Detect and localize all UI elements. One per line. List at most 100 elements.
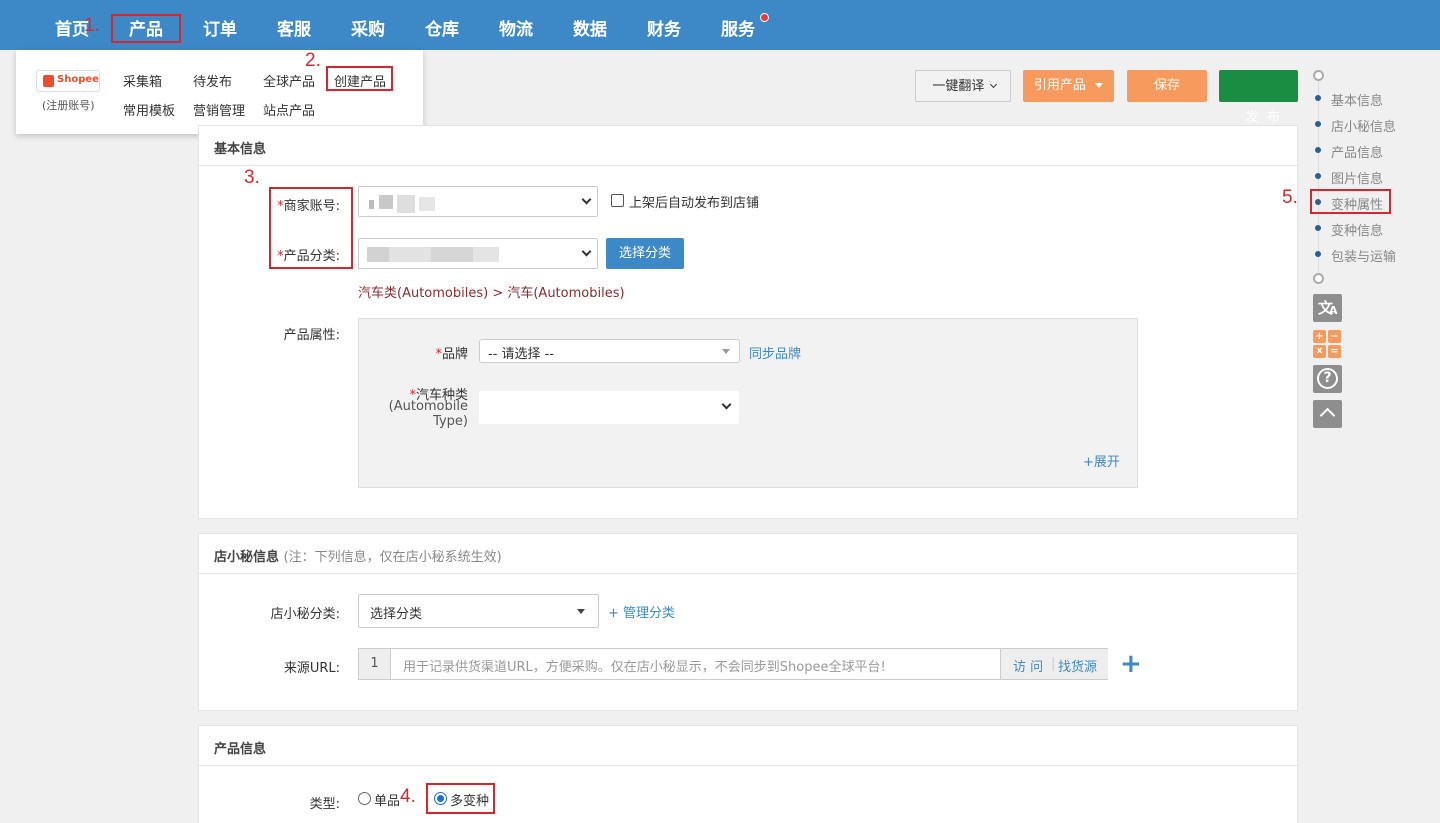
auto-publish-checkbox[interactable] [611, 194, 624, 207]
side-nav-dot [1315, 95, 1321, 101]
save-button[interactable]: 保存 [1127, 70, 1207, 102]
caret-down-icon [722, 349, 730, 354]
side-nav-variant-info[interactable]: 变种信息 [1331, 220, 1383, 239]
multi-variant-radio[interactable] [434, 792, 447, 805]
redacted-text [397, 195, 415, 213]
dxm-category-value: 选择分类 [370, 607, 423, 622]
shopee-logo[interactable]: Shopee [36, 70, 100, 92]
sync-brand-link[interactable]: 同步品牌 [749, 343, 801, 362]
menu-common-templates[interactable]: 常用模板 [123, 100, 175, 119]
side-nav-dot [1315, 147, 1321, 153]
basic-info-header: 基本信息 [199, 126, 1297, 166]
nav-warehouse[interactable]: 仓库 [425, 0, 459, 50]
side-nav-start-icon [1313, 70, 1324, 81]
translate-tool-button[interactable]: 文 A [1313, 294, 1342, 322]
source-url-label: 来源URL: [283, 661, 340, 676]
redacted-text [419, 197, 435, 211]
menu-marketing[interactable]: 营销管理 [193, 100, 245, 119]
top-navbar: 首页 产品 订单 客服 采购 仓库 物流 数据 财务 服务 [0, 0, 1440, 50]
product-info-panel: 产品信息 [198, 725, 1298, 823]
brand-select[interactable]: -- 请选择 -- [479, 339, 740, 363]
annotation-box-variant-attrs [1310, 189, 1391, 214]
manage-category-link[interactable]: + 管理分类 [608, 602, 675, 621]
radio-selected-dot [437, 795, 444, 802]
annotation-box-product [111, 14, 181, 43]
nav-service[interactable]: 客服 [277, 0, 311, 50]
auto-publish-label: 上架后自动发布到店铺 [629, 196, 760, 211]
merchant-account-select[interactable] [358, 186, 598, 217]
translate-button[interactable]: 一键翻译 [915, 70, 1011, 102]
dxm-info-note: (注：下列信息，仅在店小秘系统生效) [283, 550, 502, 565]
type-label: 类型: [309, 797, 340, 812]
publish-button[interactable]: 发 布 [1219, 70, 1298, 152]
chevron-down-icon [989, 80, 997, 89]
menu-global-products[interactable]: 全球产品 [263, 71, 315, 90]
nav-purchase[interactable]: 采购 [351, 0, 385, 50]
product-attributes-label: 产品属性: [283, 328, 340, 343]
multi-variant-label: 多变种 [450, 794, 490, 809]
product-category-label: *产品分类: [277, 249, 340, 264]
caret-down-icon [577, 609, 585, 614]
side-nav-dot [1315, 121, 1321, 127]
shopee-bag-icon [43, 75, 54, 87]
question-icon: ? [1317, 368, 1338, 389]
chevron-down-icon [721, 399, 732, 410]
annotation-number-2: 2. [305, 50, 321, 71]
side-nav-basic-info[interactable]: 基本信息 [1331, 90, 1383, 109]
side-nav-image-info[interactable]: 图片信息 [1331, 168, 1383, 187]
dxm-category-label: 店小秘分类: [270, 607, 340, 622]
dxm-info-header: 店小秘信息 (注：下列信息，仅在店小秘系统生效) [199, 534, 1297, 574]
choose-category-button[interactable]: 选择分类 [606, 238, 684, 269]
source-url-input[interactable]: 用于记录供货渠道URL，方便采购。仅在店小秘显示，不会同步到Shopee全球平台… [403, 656, 886, 675]
dxm-info-title: 店小秘信息 (注：下列信息，仅在店小秘系统生效) [214, 550, 502, 565]
annotation-number-3: 3. [244, 167, 260, 188]
help-button[interactable]: ? [1313, 365, 1342, 393]
side-nav-packaging[interactable]: 包装与运输 [1331, 246, 1396, 265]
nav-data[interactable]: 数据 [573, 0, 607, 50]
menu-pending-publish[interactable]: 待发布 [193, 71, 232, 90]
nav-services[interactable]: 服务 [721, 0, 755, 50]
add-url-button[interactable]: + [1120, 649, 1142, 679]
brand-placeholder: -- 请选择 -- [488, 347, 555, 362]
side-nav-dxm-info[interactable]: 店小秘信息 [1331, 116, 1396, 135]
dxm-category-select[interactable]: 选择分类 [358, 594, 599, 628]
register-account-link[interactable]: (注册账号) [42, 97, 95, 113]
back-to-top-button[interactable] [1313, 400, 1342, 428]
product-info-title: 产品信息 [214, 742, 267, 757]
nav-finance[interactable]: 财务 [647, 0, 681, 50]
menu-site-products[interactable]: 站点产品 [263, 100, 315, 119]
side-nav-dot [1315, 251, 1321, 257]
cite-product-button[interactable]: 引用产品 [1023, 70, 1114, 102]
car-type-select[interactable] [479, 391, 739, 424]
expand-link[interactable]: +展开 [1083, 451, 1120, 470]
annotation-number-4: 4. [400, 786, 416, 807]
annotation-number-5: 5. [1282, 187, 1298, 208]
product-info-header: 产品信息 [199, 726, 1297, 766]
chevron-down-icon [581, 194, 592, 205]
single-label: 单品 [374, 794, 401, 809]
side-nav-dot [1315, 225, 1321, 231]
redacted-text [379, 195, 393, 209]
nav-orders[interactable]: 订单 [203, 0, 237, 50]
annotation-box-create [326, 66, 393, 91]
calculator-icon[interactable]: + − x = [1313, 330, 1342, 358]
basic-info-title: 基本信息 [214, 142, 267, 157]
side-nav-product-info[interactable]: 产品信息 [1331, 142, 1383, 161]
nav-logistics[interactable]: 物流 [499, 0, 533, 50]
menu-collection-box[interactable]: 采集箱 [123, 71, 162, 90]
redacted-text [431, 247, 473, 262]
translate-icon-a: A [1329, 304, 1338, 317]
chevron-down-icon [581, 246, 592, 257]
translate-label: 一键翻译 [932, 79, 985, 94]
brand-label: *品牌 [435, 347, 468, 362]
side-nav-end-icon [1313, 273, 1324, 284]
product-category-select[interactable] [358, 238, 598, 269]
category-path: 汽车类(Automobiles) > 汽车(Automobiles) [358, 286, 625, 301]
car-type-label-en-2: Type) [433, 414, 468, 429]
product-dropdown-menu: Shopee (注册账号) 采集箱 待发布 全球产品 创建产品 常用模板 营销管… [16, 50, 423, 134]
visit-link[interactable]: 访 问 [1013, 656, 1043, 675]
chevron-up-icon [1319, 407, 1336, 424]
find-source-link[interactable]: 找货源 [1058, 656, 1097, 675]
single-radio[interactable] [358, 792, 371, 805]
merchant-account-label: *商家账号: [277, 199, 340, 214]
